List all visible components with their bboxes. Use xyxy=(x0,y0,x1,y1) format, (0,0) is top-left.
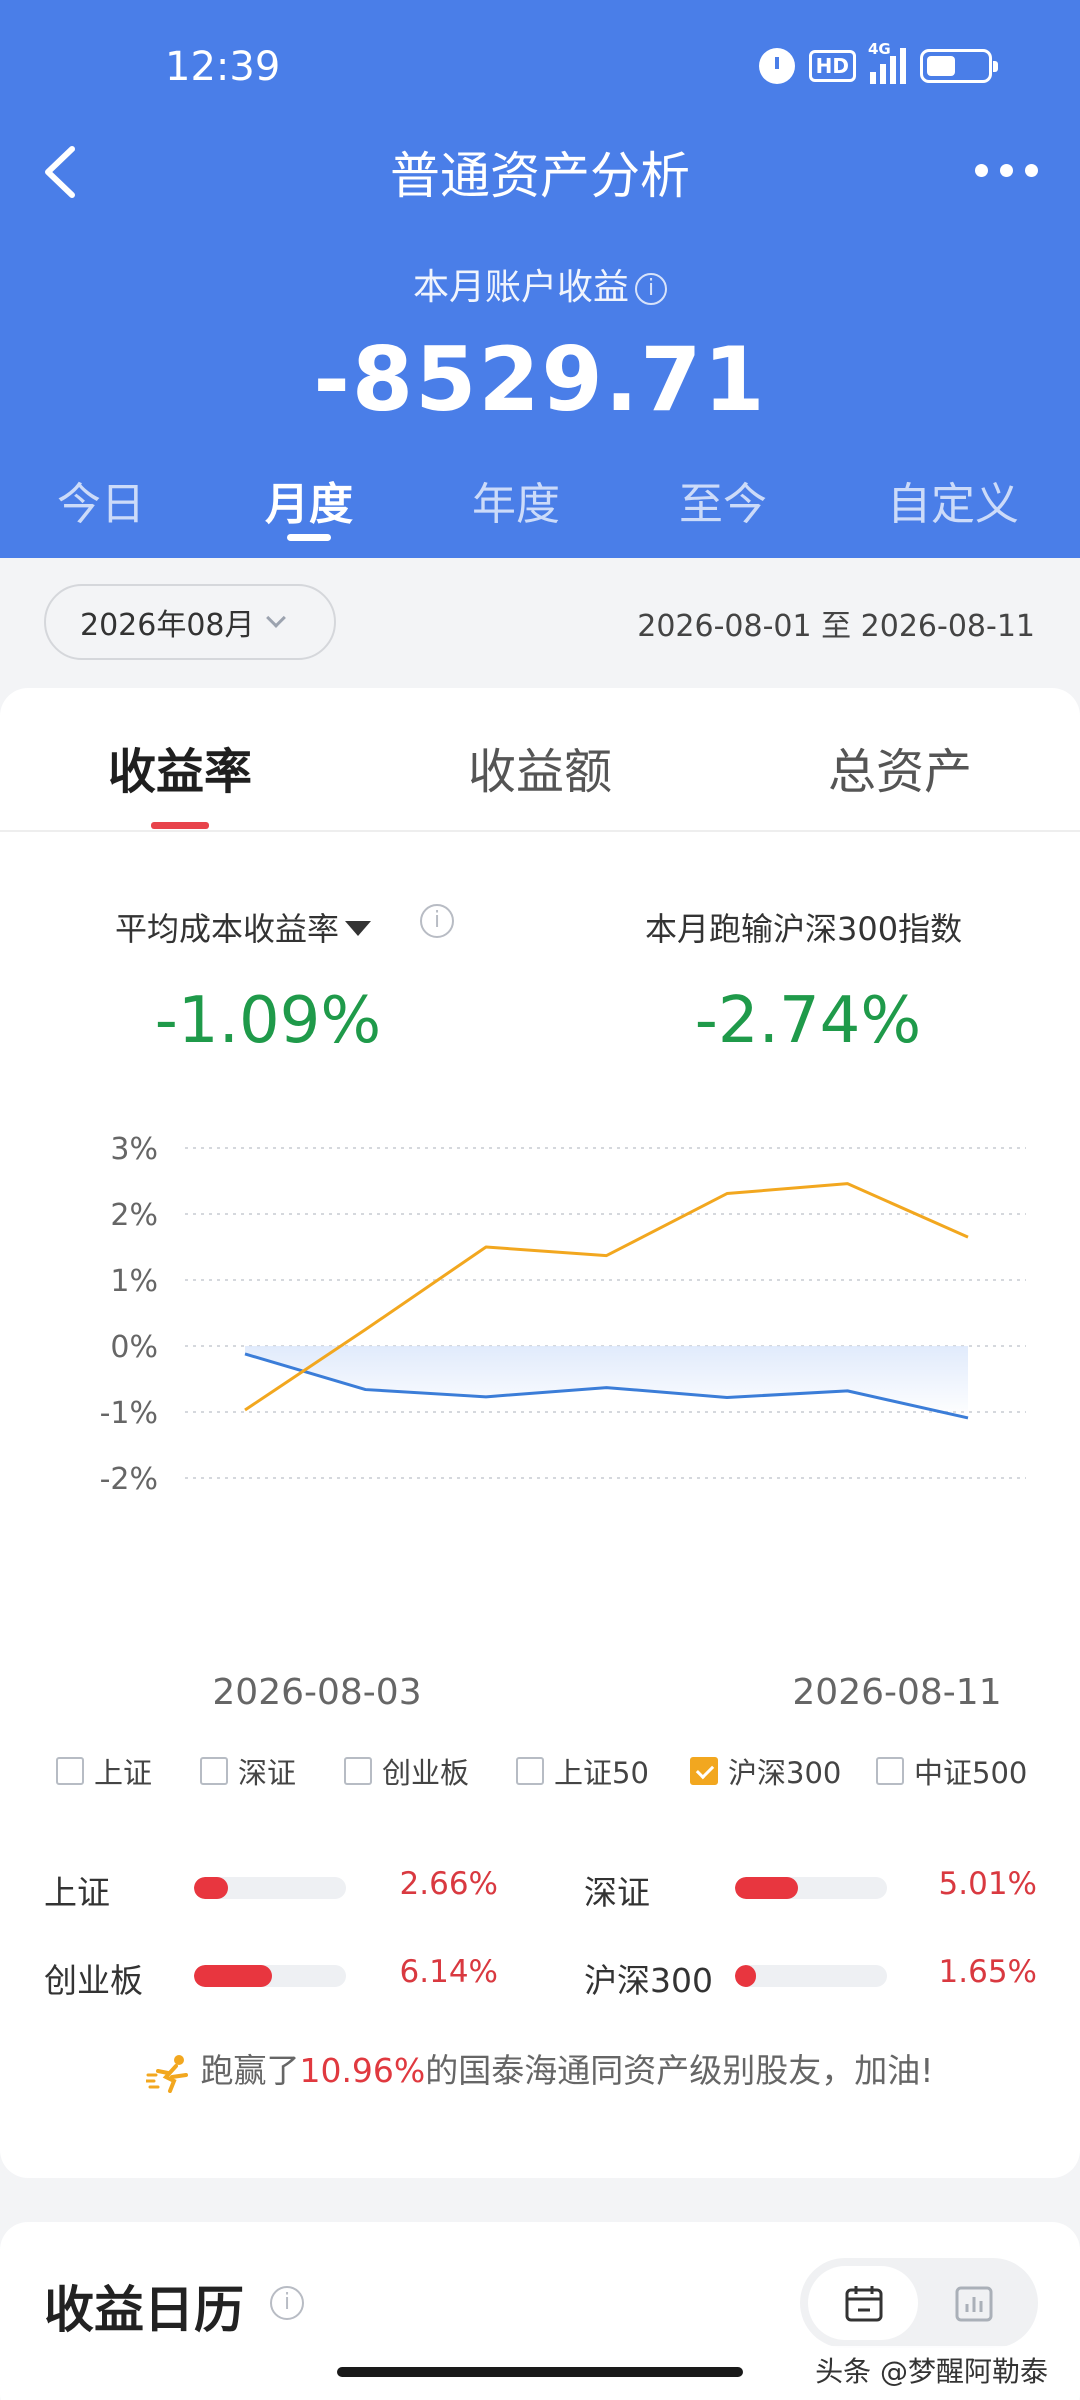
signal-icon: 4G xyxy=(868,40,906,84)
status-time: 12:39 xyxy=(165,44,281,90)
returns-card: 收益率 收益额 总资产 平均成本收益率 i -1.09% 本月跑输沪深300指数… xyxy=(0,688,1080,2178)
y-axis-tick-label: -1% xyxy=(100,1396,158,1431)
legend-shenzheng[interactable]: 深证 xyxy=(200,1750,296,1792)
tab-return-amount[interactable]: 收益额 xyxy=(468,732,612,802)
tab-custom[interactable]: 自定义 xyxy=(887,468,1019,532)
vs-hs300-value: -2.74% xyxy=(694,984,922,1058)
index-value: 6.14% xyxy=(399,1954,498,1990)
y-axis-tick-label: 2% xyxy=(110,1198,158,1233)
account-income-label: 本月账户收益 i xyxy=(0,258,1080,310)
x-axis-label-start: 2026-08-03 xyxy=(212,1672,422,1713)
bar-chart-icon[interactable] xyxy=(954,2284,994,2324)
tab-to-date[interactable]: 至今 xyxy=(679,468,767,532)
checkbox[interactable] xyxy=(876,1757,904,1785)
more-icon[interactable] xyxy=(975,164,1038,177)
watermark: 头条 @梦醒阿勒泰 xyxy=(807,2346,1056,2394)
divider xyxy=(0,830,1080,832)
index-bar xyxy=(735,1877,887,1899)
tab-total-assets[interactable]: 总资产 xyxy=(828,732,972,802)
alarm-icon xyxy=(758,48,795,84)
legend-sz50[interactable]: 上证50 xyxy=(516,1750,649,1792)
period-tabs: 今日 月度 年度 至今 自定义 xyxy=(0,468,1080,530)
index-name: 沪深300 xyxy=(584,1961,713,2000)
avg-cost-return-value: -1.09% xyxy=(154,984,382,1058)
metric-tab-indicator xyxy=(151,822,209,829)
battery-icon xyxy=(920,49,998,83)
checkbox[interactable] xyxy=(200,1757,228,1785)
legend-chuangyeban[interactable]: 创业板 xyxy=(344,1750,469,1792)
tab-yearly[interactable]: 年度 xyxy=(472,468,560,532)
active-tab-indicator xyxy=(287,534,331,541)
tab-return-rate[interactable]: 收益率 xyxy=(108,732,252,802)
header: 12:39 HD 4G 普通资产分析 本月账户收益 i -8529.71 今日 月… xyxy=(0,0,1080,558)
checkbox-checked[interactable] xyxy=(690,1757,718,1785)
y-axis-tick-label: -2% xyxy=(100,1462,158,1497)
hd-icon: HD xyxy=(808,50,856,82)
caret-down-icon xyxy=(345,920,372,936)
index-bar xyxy=(194,1877,346,1899)
y-axis-tick-label: 1% xyxy=(110,1264,158,1299)
checkbox[interactable] xyxy=(56,1757,84,1785)
account-area xyxy=(245,1346,968,1418)
home-indicator[interactable] xyxy=(337,2367,743,2377)
status-icons: HD 4G xyxy=(758,40,998,84)
checkbox[interactable] xyxy=(344,1757,372,1785)
calendar-icon[interactable] xyxy=(844,2284,884,2324)
index-bar xyxy=(735,1965,887,1987)
legend-zz500[interactable]: 中证500 xyxy=(876,1750,1027,1792)
tab-monthly[interactable]: 月度 xyxy=(265,468,353,532)
view-toggle[interactable] xyxy=(800,2258,1038,2348)
index-value: 1.65% xyxy=(938,1954,1037,1990)
runner-icon xyxy=(146,2054,189,2093)
tab-today[interactable]: 今日 xyxy=(57,468,145,532)
vs-hs300-label: 本月跑输沪深300指数 xyxy=(645,910,963,948)
index-name: 上证 xyxy=(44,1873,110,1912)
beat-peers-message: 跑赢了10.96%的国泰海通同资产级别股友，加油! xyxy=(0,2044,1080,2093)
month-selector[interactable]: 2026年08月 xyxy=(44,584,336,660)
index-value: 2.66% xyxy=(399,1866,498,1902)
checkbox[interactable] xyxy=(516,1757,544,1785)
chevron-down-icon xyxy=(265,608,286,628)
index-bar xyxy=(194,1965,346,1987)
return-line-chart: 3% 2% 1% 0% -1% -2% xyxy=(100,1132,1026,1497)
avg-cost-return-dropdown[interactable]: 平均成本收益率 xyxy=(115,904,372,950)
index-value: 5.01% xyxy=(938,1866,1037,1902)
info-icon[interactable]: i xyxy=(635,273,667,305)
index-name: 创业板 xyxy=(44,1961,143,2000)
y-axis-tick-label: 0% xyxy=(110,1330,158,1365)
index-name: 深证 xyxy=(584,1873,650,1912)
date-range: 2026-08-01 至 2026-08-11 xyxy=(637,609,1035,644)
account-income-amount: -8529.71 xyxy=(313,328,767,431)
legend-shangzheng[interactable]: 上证 xyxy=(56,1750,152,1792)
calendar-title: 收益日历 xyxy=(44,2281,244,2339)
info-icon[interactable]: i xyxy=(420,904,454,938)
y-axis-tick-label: 3% xyxy=(110,1132,158,1167)
info-icon[interactable]: i xyxy=(270,2286,304,2320)
x-axis-label-end: 2026-08-11 xyxy=(792,1672,1002,1713)
legend-hs300[interactable]: 沪深300 xyxy=(690,1750,841,1792)
page-title: 普通资产分析 xyxy=(390,147,690,205)
